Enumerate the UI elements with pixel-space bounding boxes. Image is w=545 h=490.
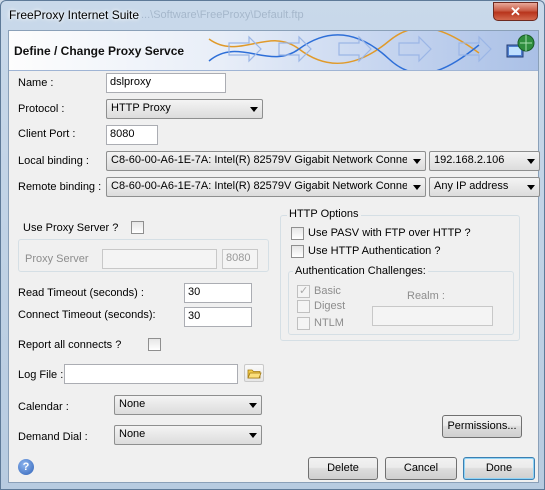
read-timeout-label: Read Timeout (seconds) : [18,287,144,299]
chevron-down-icon [413,159,421,164]
demand-dial-dropdown[interactable]: None [114,425,262,445]
digest-checkbox[interactable] [297,300,310,313]
local-binding-ip-value: 192.168.2.106 [434,154,505,166]
chevron-down-icon [249,433,257,438]
demand-dial-value: None [119,428,146,440]
chevron-down-icon [527,159,535,164]
app-window: FreeProxy Internet Suite ...\Software\Fr… [0,0,545,490]
protocol-dropdown[interactable]: HTTP Proxy [106,99,263,119]
proxy-port-input[interactable]: 8080 [222,249,258,269]
local-binding-label: Local binding : [18,155,89,167]
chevron-down-icon [527,185,535,190]
header-banner: Define / Change Proxy Servce [9,31,538,71]
cancel-button[interactable]: Cancel [385,457,457,480]
basic-label: Basic [314,285,341,297]
http-options-title: HTTP Options [287,208,361,220]
client-port-input[interactable]: 8080 [106,125,158,145]
realm-input[interactable] [372,306,493,326]
proxy-server-input[interactable] [102,249,217,269]
connect-timeout-label: Connect Timeout (seconds): [18,309,156,321]
remote-binding-adapter-value: C8-60-00-A6-1E-7A: Intel(R) 82579V Gigab… [111,180,407,192]
demand-dial-label: Demand Dial : [18,431,88,443]
window-title: FreeProxy Internet Suite [9,8,140,22]
ntlm-checkbox[interactable] [297,317,310,330]
local-binding-adapter-dropdown[interactable]: C8-60-00-A6-1E-7A: Intel(R) 82579V Gigab… [106,151,426,171]
chevron-down-icon [250,107,258,112]
title-bar[interactable]: FreeProxy Internet Suite ...\Software\Fr… [1,1,544,29]
digest-label: Digest [314,300,346,312]
help-icon[interactable]: ? [18,459,34,475]
pasv-checkbox[interactable] [291,227,304,240]
name-input[interactable]: dslproxy [106,73,226,93]
folder-icon [247,369,262,379]
protocol-value: HTTP Proxy [111,102,171,114]
connect-timeout-input[interactable]: 30 [184,307,252,327]
chevron-down-icon [249,403,257,408]
done-button[interactable]: Done [463,457,535,480]
chevron-down-icon [413,185,421,190]
use-proxy-checkbox[interactable] [131,221,144,234]
calendar-dropdown[interactable]: None [114,395,262,415]
realm-label: Realm : [407,290,445,302]
close-button[interactable]: ✕ [493,2,538,21]
browse-folder-button[interactable] [244,364,264,382]
remote-binding-adapter-dropdown[interactable]: C8-60-00-A6-1E-7A: Intel(R) 82579V Gigab… [106,177,426,197]
permissions-button[interactable]: Permissions... [442,415,522,438]
network-globe-icon [506,34,535,58]
log-file-input[interactable] [64,364,238,384]
local-binding-adapter-value: C8-60-00-A6-1E-7A: Intel(R) 82579V Gigab… [111,154,407,166]
log-file-label: Log File : [18,369,64,381]
http-auth-label: Use HTTP Authentication ? [308,245,441,257]
proxy-server-label: Proxy Server [25,253,89,265]
remote-binding-ip-value: Any IP address [434,180,509,192]
remote-binding-ip-dropdown[interactable]: Any IP address [429,177,540,197]
calendar-label: Calendar : [18,401,69,413]
client-port-label: Client Port : [18,128,76,140]
close-icon: ✕ [510,3,521,19]
protocol-label: Protocol : [18,103,65,115]
auth-challenges-title: Authentication Challenges: [293,265,428,277]
report-all-label: Report all connects ? [18,339,122,351]
calendar-value: None [119,398,146,410]
delete-button[interactable]: Delete [308,457,378,480]
basic-checkbox[interactable] [297,284,310,298]
ntlm-label: NTLM [314,317,344,329]
dialog-heading: Define / Change Proxy Servce [14,44,185,58]
remote-binding-label: Remote binding : [18,181,102,193]
report-all-checkbox[interactable] [148,338,161,351]
dialog-client: Define / Change Proxy Servce Name : dslp… [8,30,540,483]
use-proxy-label: Use Proxy Server ? [23,222,119,234]
window-title-path: ...\Software\FreeProxy\Default.ftp [141,9,304,21]
local-binding-ip-dropdown[interactable]: 192.168.2.106 [429,151,540,171]
http-auth-checkbox[interactable] [291,245,304,258]
read-timeout-input[interactable]: 30 [184,283,252,303]
name-label: Name : [18,77,54,89]
pasv-label: Use PASV with FTP over HTTP ? [308,227,471,239]
